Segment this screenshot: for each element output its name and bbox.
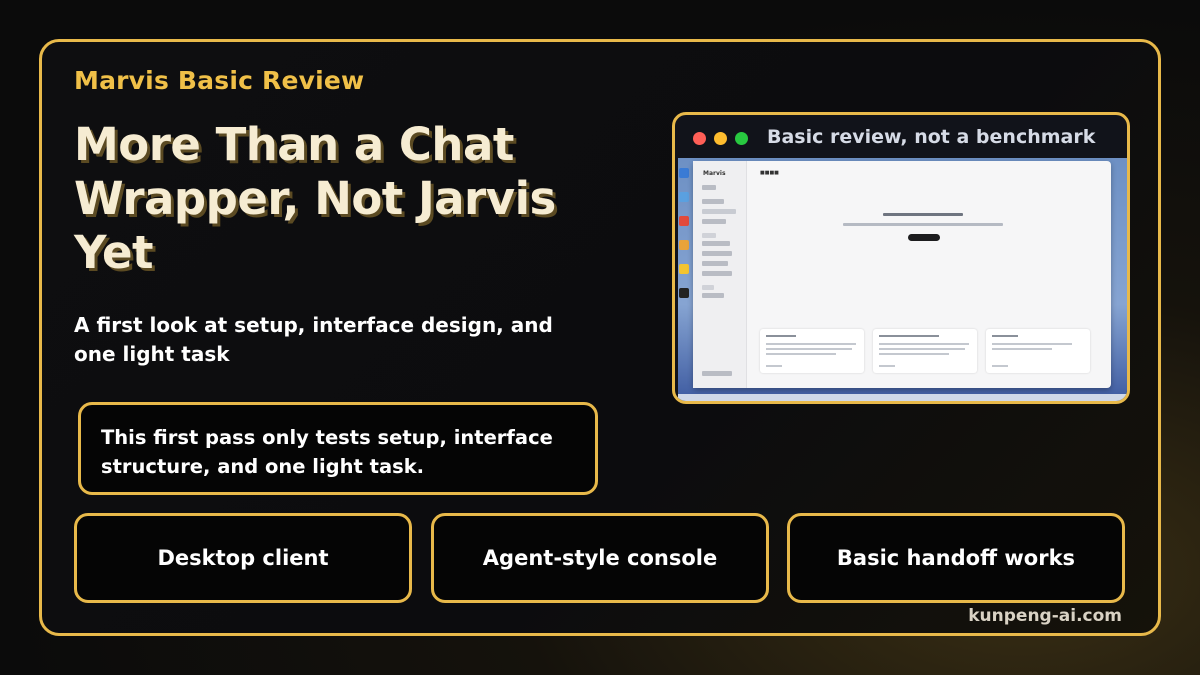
page-title: More Than a Chat Wrapper, Not Jarvis Yet — [74, 118, 556, 279]
window-titlebar: Basic review, not a benchmark — [675, 115, 1127, 161]
page-subtitle: A first look at setup, interface design,… — [74, 313, 553, 366]
footer-domain: kunpeng-ai.com — [968, 606, 1122, 626]
app-name: Marvis — [703, 170, 726, 177]
marvis-app-window: Marvis ■■■■ — [693, 161, 1111, 388]
feature-agent-console: Agent-style console — [431, 513, 769, 603]
feature-label: Basic handoff works — [836, 546, 1076, 570]
app-task-card — [873, 329, 977, 373]
close-dot-icon — [693, 132, 706, 145]
minimize-dot-icon — [714, 132, 727, 145]
app-task-card — [760, 329, 864, 373]
desktop-screenshot: Marvis ■■■■ — [678, 158, 1127, 401]
feature-label: Desktop client — [157, 546, 329, 570]
feature-label: Agent-style console — [482, 546, 718, 570]
kicker-label: Marvis Basic Review — [74, 66, 365, 95]
app-start-button — [908, 234, 940, 241]
desktop-icons — [679, 168, 691, 312]
scope-note: This first pass only tests setup, interf… — [78, 402, 598, 495]
app-task-card — [986, 329, 1090, 373]
app-main-heading: ■■■■ — [760, 170, 779, 176]
app-screenshot-window: Basic review, not a benchmark Marvis ■■■… — [672, 112, 1130, 404]
app-sidebar: Marvis — [693, 161, 747, 388]
feature-desktop-client: Desktop client — [74, 513, 412, 603]
taskbar — [678, 394, 1127, 401]
maximize-dot-icon — [735, 132, 748, 145]
window-title: Basic review, not a benchmark — [767, 126, 1096, 148]
feature-basic-handoff: Basic handoff works — [787, 513, 1125, 603]
